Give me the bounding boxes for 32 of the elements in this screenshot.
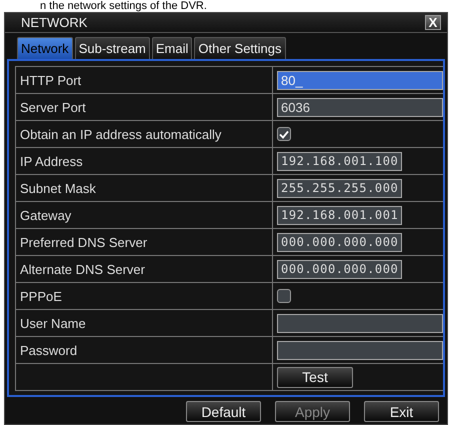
field-label: Password (20, 342, 78, 358)
tab[interactable]: Network (17, 37, 73, 59)
close-button[interactable]: X (425, 15, 441, 30)
tab[interactable]: Sub-stream (74, 37, 150, 59)
caption-text: n the network settings of the DVR. (39, 0, 208, 12)
checkbox[interactable] (277, 289, 291, 303)
window-title: NETWORK (21, 15, 88, 30)
input-field[interactable] (277, 340, 443, 360)
ip-address-field[interactable]: 192.168.001.100 (277, 152, 402, 170)
ip-address-field[interactable]: 255.255.255.000 (277, 178, 402, 198)
tab[interactable]: Other Settings (194, 37, 286, 59)
ip-address-field[interactable]: 192.168.001.001 (277, 206, 402, 224)
input-field[interactable] (277, 314, 443, 332)
field-label: Subnet Mask (20, 180, 96, 196)
field-label: Preferred DNS Server (20, 234, 148, 250)
ip-address-field[interactable]: 000.000.000.000 (277, 260, 402, 278)
tab[interactable]: Email (152, 37, 192, 59)
ip-address-field[interactable]: 000.000.000.000 (277, 232, 402, 252)
field-label: Obtain an IP address automatically (20, 126, 222, 142)
test-button[interactable]: Test (277, 366, 353, 388)
field-label: User Name (20, 316, 86, 330)
dialog-button[interactable]: Exit (364, 401, 439, 422)
field-label: Alternate DNS Server (20, 262, 145, 276)
input-field[interactable]: 6036 (277, 98, 443, 116)
dialog-button[interactable]: Default (186, 401, 261, 422)
field-label: HTTP Port (20, 72, 82, 88)
field-label: Server Port (20, 100, 86, 114)
checkbox[interactable] (277, 127, 291, 141)
field-label: Gateway (20, 208, 72, 222)
field-label: PPPoE (20, 288, 62, 304)
input-field[interactable]: 80_ (277, 70, 443, 90)
field-label: IP Address (20, 154, 83, 168)
